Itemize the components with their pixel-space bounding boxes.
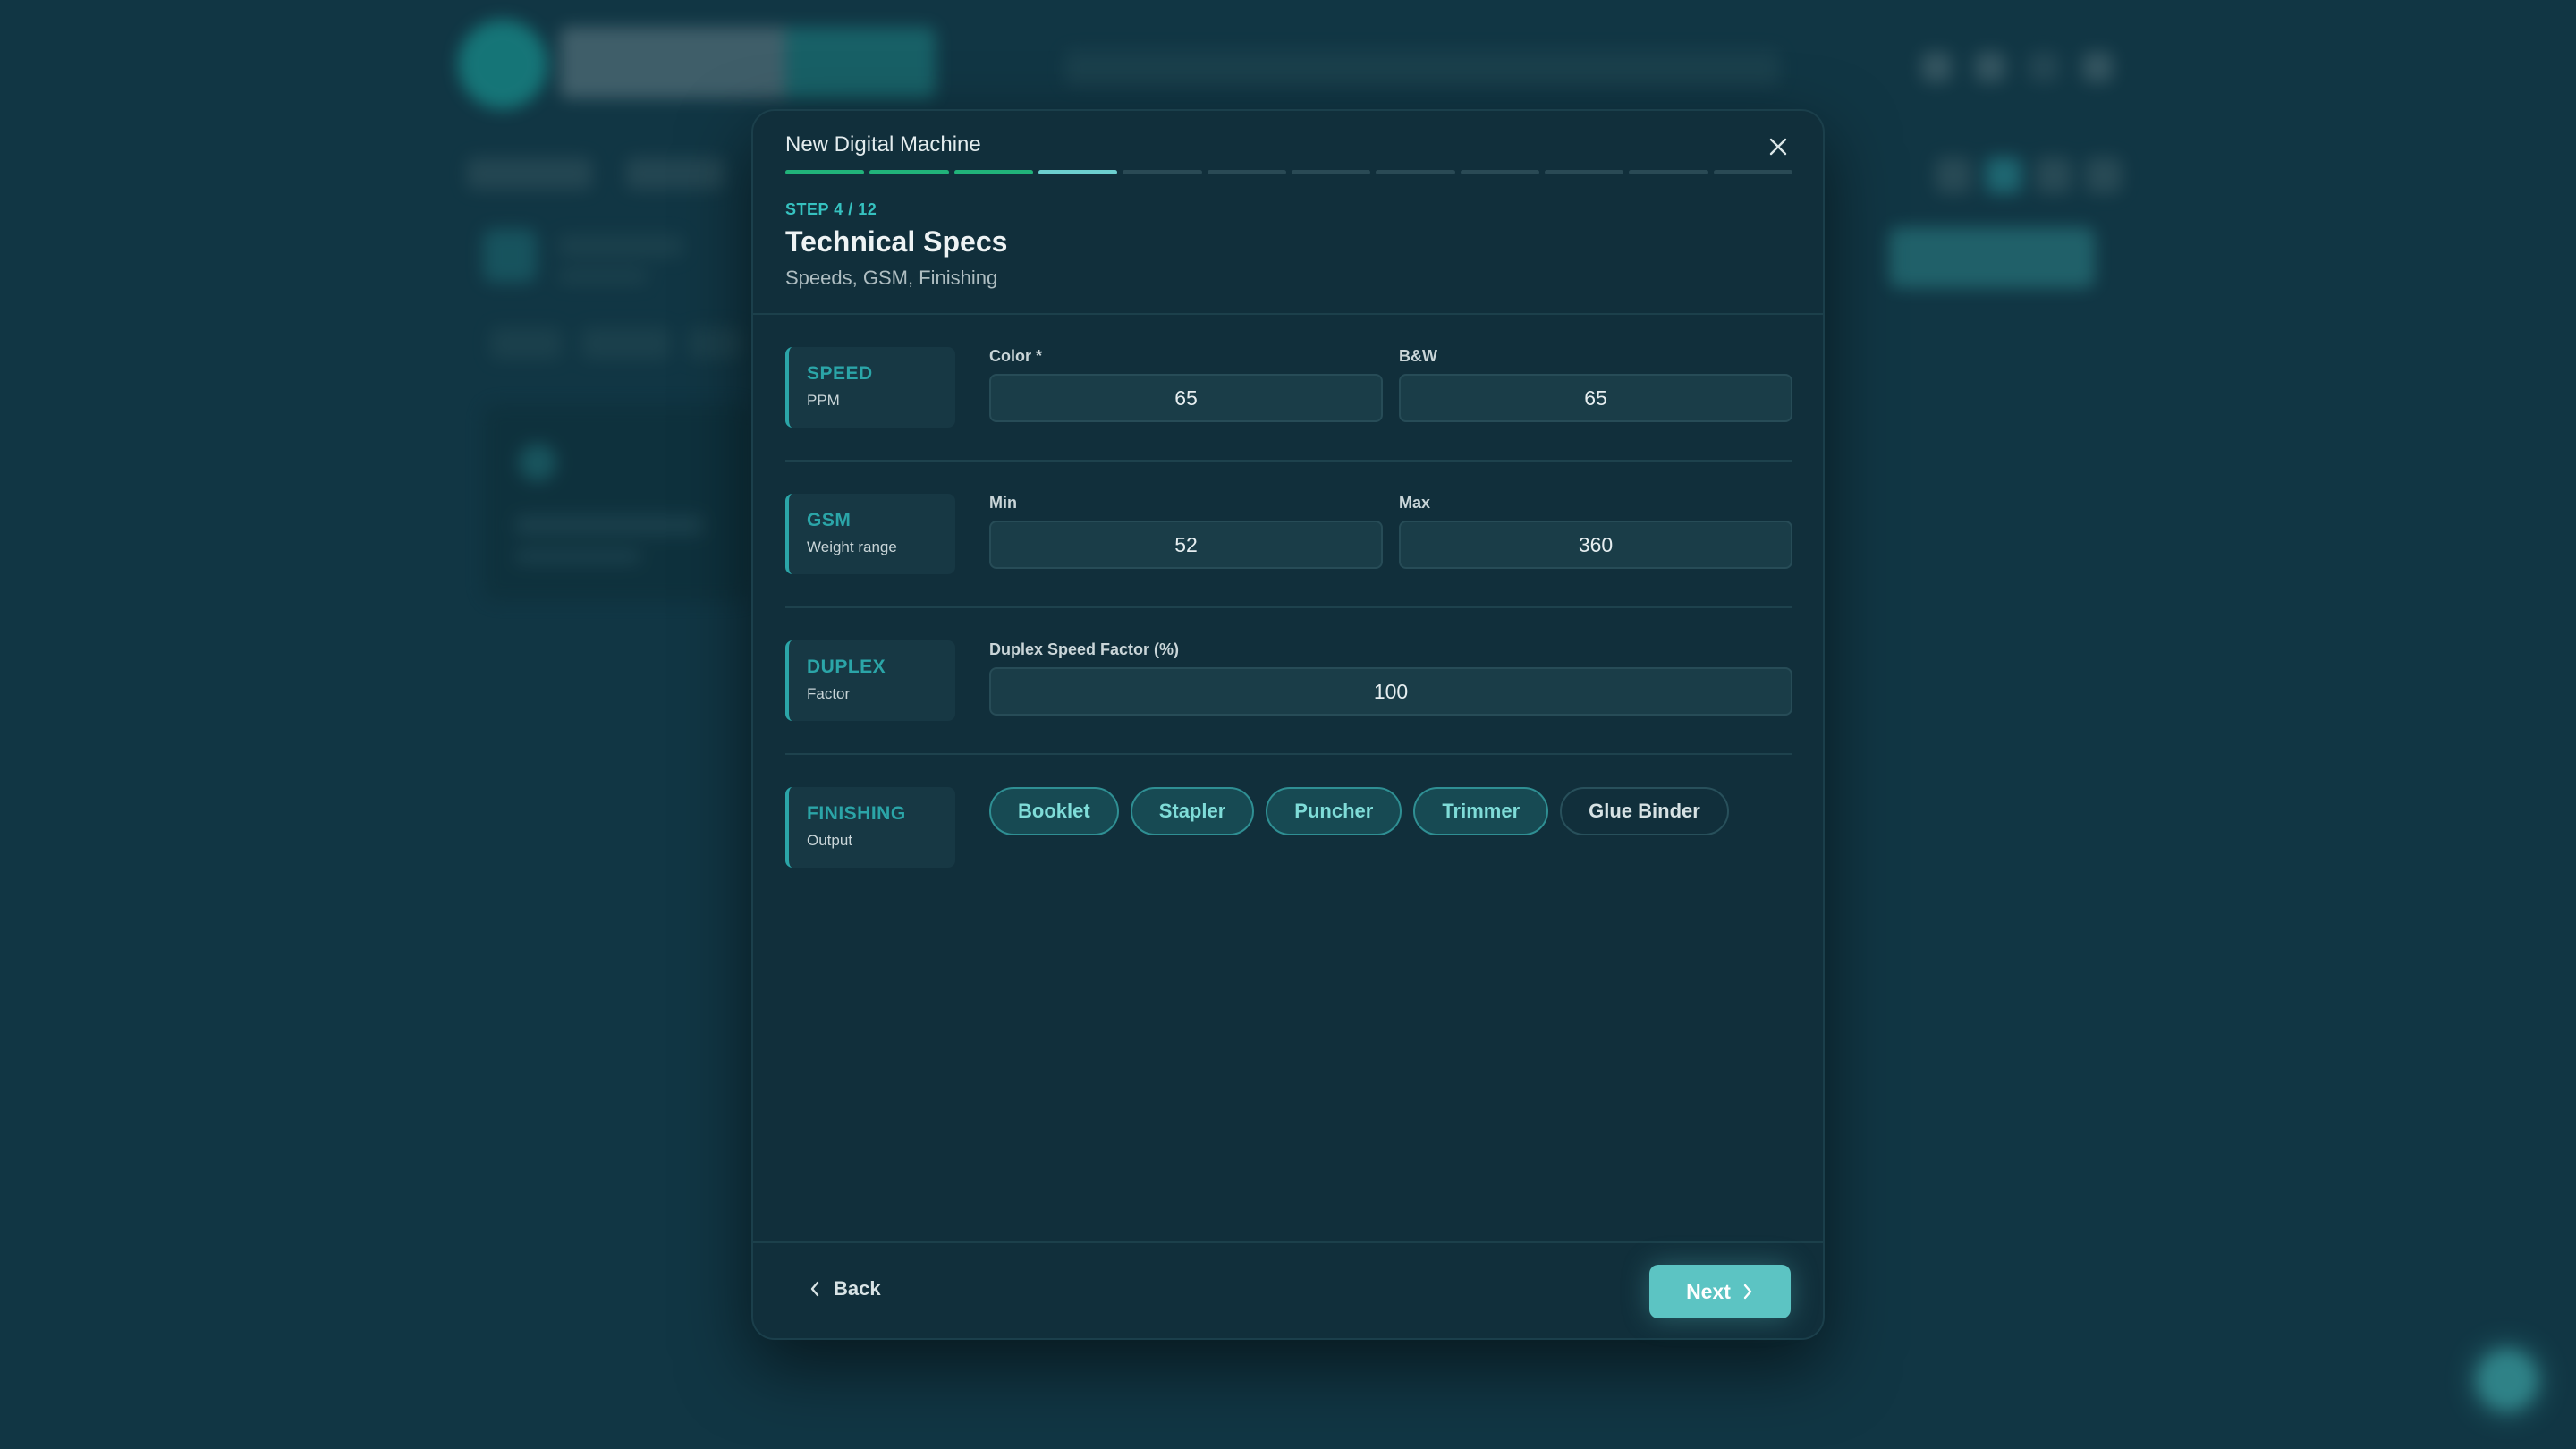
section-title: FINISHING — [807, 803, 906, 824]
progress-segment — [1376, 170, 1455, 174]
filter-chip-bg-2 — [581, 327, 671, 360]
view-toggle-1 — [1936, 157, 1971, 193]
step-counter: STEP 4 / 12 — [785, 200, 877, 218]
gsm-min-label: Min — [989, 494, 1017, 512]
section-divider — [785, 460, 1792, 462]
speed-section-card: SPEED PPM — [785, 347, 955, 428]
progress-segment — [869, 170, 949, 174]
back-button[interactable]: Back — [809, 1277, 881, 1301]
chevron-right-icon — [1743, 1284, 1752, 1300]
color-speed-input[interactable] — [989, 374, 1383, 422]
bell-icon — [1921, 52, 1952, 82]
progress-segment — [1460, 170, 1539, 174]
grid-icon — [1975, 52, 2005, 82]
finishing-section-card: FINISHING Output — [785, 787, 955, 868]
progress-segment — [1038, 170, 1118, 174]
app-logo-mark — [458, 20, 547, 109]
moon-icon — [2029, 52, 2059, 82]
finishing-chip-puncher[interactable]: Puncher — [1266, 787, 1402, 835]
page-icon — [483, 229, 537, 283]
close-icon — [1769, 138, 1787, 156]
bw-speed-label: B&W — [1399, 347, 1437, 365]
gsm-max-input[interactable] — [1399, 521, 1792, 569]
bw-speed-input[interactable] — [1399, 374, 1792, 422]
duplex-factor-label: Duplex Speed Factor (%) — [989, 640, 1180, 658]
progress-segment — [1713, 170, 1792, 174]
progress-segment — [1629, 170, 1708, 174]
gsm-section: GSM Weight range Min Max — [785, 494, 1792, 576]
chevron-left-icon — [810, 1281, 819, 1297]
tab-background-2 — [626, 157, 724, 190]
app-logo-wordmark — [560, 27, 936, 98]
filter-chip-bg-3 — [689, 327, 742, 360]
gsm-min-input[interactable] — [989, 521, 1383, 569]
progress-segment — [1123, 170, 1202, 174]
duplex-factor-input[interactable] — [989, 667, 1792, 716]
next-button[interactable]: Next — [1649, 1265, 1791, 1318]
section-divider — [785, 606, 1792, 608]
page-subtitle-bg — [558, 268, 648, 284]
add-button-bg — [1889, 227, 2095, 288]
filter-chip-bg-1 — [490, 327, 562, 360]
progress-segment — [953, 170, 1033, 174]
step-title: Technical Specs — [785, 225, 1008, 258]
user-icon — [2082, 52, 2113, 82]
section-title: SPEED — [807, 363, 873, 384]
new-machine-modal: New Digital Machine STEP 4 / 12 Technica… — [751, 109, 1825, 1340]
finishing-section: FINISHING Output Booklet Stapler Puncher Tr… — [785, 787, 1792, 869]
color-speed-label: Color * — [989, 347, 1043, 365]
section-divider — [785, 753, 1792, 755]
header-divider — [753, 313, 1823, 315]
speed-section: SPEED PPM Color * B&W — [785, 347, 1792, 429]
duplex-section-card: DUPLEX Factor — [785, 640, 955, 721]
step-progress-bar — [785, 170, 1792, 174]
finishing-chip-stapler[interactable]: Stapler — [1130, 787, 1255, 835]
section-title: GSM — [807, 510, 852, 530]
section-hint: PPM — [807, 392, 840, 409]
gsm-section-card: GSM Weight range — [785, 494, 955, 574]
machine-card-bg — [483, 404, 751, 601]
tab-background-1 — [467, 157, 592, 190]
view-toggle-2 — [1986, 157, 2021, 193]
next-label: Next — [1686, 1279, 1731, 1303]
finishing-options: Booklet Stapler Puncher Trimmer Glue Binder — [989, 787, 1729, 835]
section-hint: Weight range — [807, 538, 897, 555]
finishing-chip-trimmer[interactable]: Trimmer — [1413, 787, 1549, 835]
progress-segment — [785, 170, 865, 174]
section-title: DUPLEX — [807, 657, 886, 677]
progress-segment — [1291, 170, 1371, 174]
section-hint: Output — [807, 832, 853, 849]
modal-title: New Digital Machine — [785, 132, 981, 157]
top-nav — [1064, 50, 1780, 86]
section-hint: Factor — [807, 685, 851, 702]
step-subtitle: Speeds, GSM, Finishing — [785, 267, 998, 289]
view-toggle-4 — [2086, 157, 2122, 193]
progress-segment — [1544, 170, 1624, 174]
duplex-section: DUPLEX Factor Duplex Speed Factor (%) — [785, 640, 1792, 723]
view-toggle-3 — [2036, 157, 2072, 193]
back-label: Back — [834, 1277, 881, 1300]
finishing-chip-booklet[interactable]: Booklet — [989, 787, 1119, 835]
finishing-chip-glue-binder[interactable]: Glue Binder — [1560, 787, 1729, 835]
chat-fab — [2478, 1351, 2537, 1410]
close-button[interactable] — [1760, 129, 1796, 165]
gsm-max-label: Max — [1399, 494, 1431, 512]
page-title-bg — [558, 234, 683, 258]
footer-divider — [753, 1241, 1823, 1243]
progress-segment — [1207, 170, 1286, 174]
